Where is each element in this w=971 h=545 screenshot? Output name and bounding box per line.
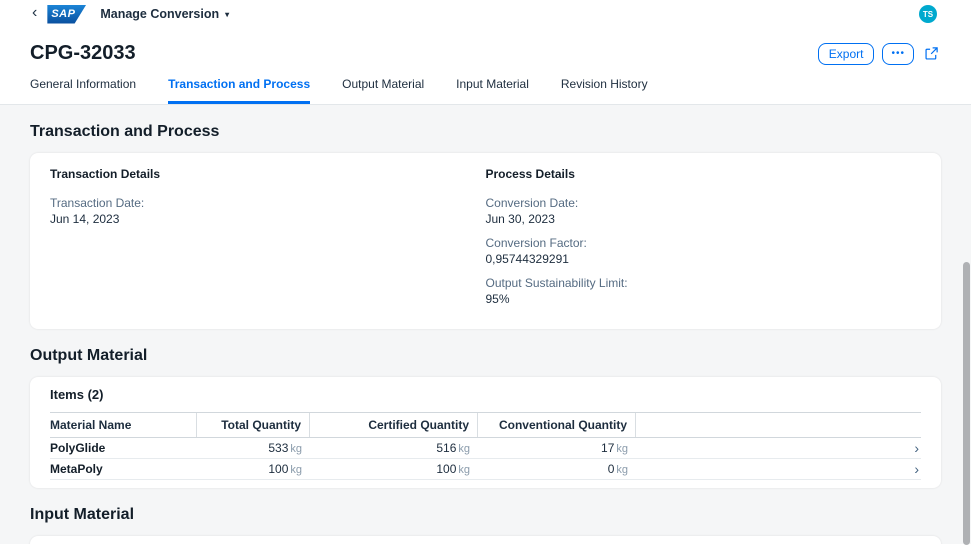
- tab-transaction-and-process[interactable]: Transaction and Process: [168, 77, 310, 104]
- tab-input-material[interactable]: Input Material: [456, 77, 529, 104]
- total-quantity: 100kg: [197, 460, 310, 478]
- sap-logo: SAP: [47, 5, 86, 24]
- field-value: Jun 14, 2023: [50, 211, 486, 227]
- process-details-group: Process Details Conversion Date: Jun 30,…: [486, 167, 922, 315]
- output-table-body: PolyGlide 533kg 516kg 17kg › MetaPoly 10…: [50, 438, 921, 480]
- column-header-material-name: Material Name: [50, 413, 197, 437]
- group-title: Transaction Details: [50, 167, 486, 181]
- avatar[interactable]: TS: [919, 5, 937, 23]
- column-header-total-quantity: Total Quantity: [197, 413, 310, 437]
- conventional-quantity: 0kg: [478, 460, 636, 478]
- tab-strip: General Information Transaction and Proc…: [0, 65, 971, 105]
- unit-label: kg: [290, 443, 302, 455]
- column-header-conventional-quantity: Conventional Quantity: [478, 413, 636, 437]
- row-chevron-icon[interactable]: ›: [899, 441, 921, 455]
- field-label: Transaction Date:: [50, 195, 486, 211]
- field-label: Output Sustainability Limit:: [486, 275, 922, 291]
- sap-logo-text: SAP: [47, 8, 75, 20]
- export-button[interactable]: Export: [818, 43, 875, 65]
- output-items-count: Items (2): [50, 387, 921, 402]
- page-content: Transaction and Process Transaction Deta…: [0, 105, 971, 544]
- field-label: Conversion Factor:: [486, 235, 922, 251]
- overflow-button[interactable]: •••: [882, 43, 914, 65]
- scrollbar-thumb[interactable]: [963, 262, 970, 545]
- group-title: Process Details: [486, 167, 922, 181]
- page-title: CPG-32033: [30, 42, 136, 65]
- share-icon[interactable]: [922, 44, 941, 63]
- section-heading-output-material: Output Material: [30, 347, 941, 365]
- unit-label: kg: [616, 443, 628, 455]
- header-actions: Export •••: [818, 43, 941, 65]
- input-material-card: Items (1) Material Name Total Quantity C…: [30, 536, 941, 544]
- field-conversion-date: Conversion Date: Jun 30, 2023: [486, 195, 922, 227]
- certified-quantity: 516kg: [310, 439, 478, 457]
- section-heading-input-material: Input Material: [30, 506, 941, 524]
- chevron-down-icon: ▾: [225, 10, 229, 19]
- unit-label: kg: [616, 464, 628, 476]
- field-conversion-factor: Conversion Factor: 0,95744329291: [486, 235, 922, 267]
- unit-label: kg: [458, 443, 470, 455]
- transaction-and-process-card: Transaction Details Transaction Date: Ju…: [30, 153, 941, 329]
- output-material-card: Items (2) Material Name Total Quantity C…: [30, 377, 941, 488]
- section-heading-transaction-and-process: Transaction and Process: [30, 123, 941, 141]
- unit-label: kg: [290, 464, 302, 476]
- material-name: MetaPoly: [50, 460, 197, 478]
- field-value: 0,95744329291: [486, 251, 922, 267]
- material-name: PolyGlide: [50, 439, 197, 457]
- app-title-label: Manage Conversion: [100, 7, 219, 21]
- table-row[interactable]: PolyGlide 533kg 516kg 17kg ›: [50, 438, 921, 459]
- scrollbar: [962, 0, 971, 545]
- certified-quantity: 100kg: [310, 460, 478, 478]
- column-header-certified-quantity: Certified Quantity: [310, 413, 478, 437]
- transaction-details-group: Transaction Details Transaction Date: Ju…: [50, 167, 486, 315]
- back-icon[interactable]: ‹: [12, 5, 43, 23]
- object-header: CPG-32033 Export •••: [0, 28, 971, 65]
- total-quantity: 533kg: [197, 439, 310, 457]
- tab-general-information[interactable]: General Information: [30, 77, 136, 104]
- app-title-menu[interactable]: Manage Conversion ▾: [100, 7, 229, 21]
- field-value: 95%: [486, 291, 922, 307]
- field-value: Jun 30, 2023: [486, 211, 922, 227]
- field-label: Conversion Date:: [486, 195, 922, 211]
- table-row[interactable]: MetaPoly 100kg 100kg 0kg ›: [50, 459, 921, 480]
- row-chevron-icon[interactable]: ›: [899, 462, 921, 476]
- field-transaction-date: Transaction Date: Jun 14, 2023: [50, 195, 486, 227]
- conventional-quantity: 17kg: [478, 439, 636, 457]
- shell-bar: ‹ SAP Manage Conversion ▾ TS: [0, 0, 971, 28]
- tab-revision-history[interactable]: Revision History: [561, 77, 648, 104]
- output-table-header: Material Name Total Quantity Certified Q…: [50, 412, 921, 438]
- field-output-sustainability-limit: Output Sustainability Limit: 95%: [486, 275, 922, 307]
- tab-output-material[interactable]: Output Material: [342, 77, 424, 104]
- unit-label: kg: [458, 464, 470, 476]
